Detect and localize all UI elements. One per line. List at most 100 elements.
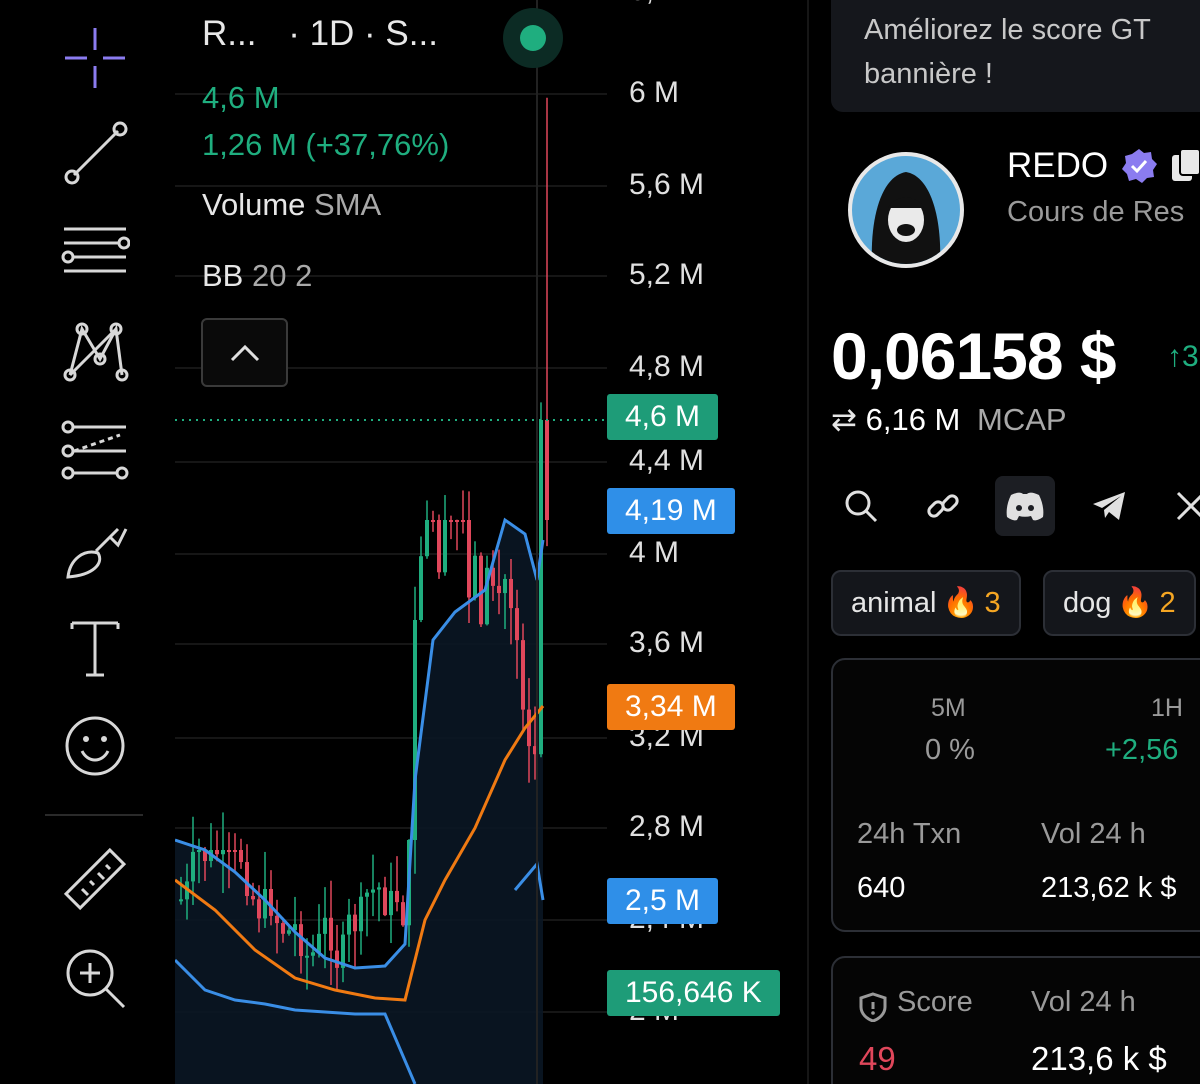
volume-indicator-legend[interactable]: Volume SMA [202, 187, 381, 223]
bb-label: BB [202, 258, 244, 293]
volume-label: Vol 24 h [1041, 818, 1146, 850]
link-icon [927, 494, 959, 518]
price-tag: 4,6 M [607, 394, 719, 440]
symbol-name: R... [202, 14, 257, 53]
fire-icon: 🔥 [942, 587, 979, 619]
projection-tool[interactable] [40, 410, 150, 490]
toolbar-divider [45, 814, 143, 816]
candle-body [311, 952, 315, 956]
telegram-link[interactable] [1079, 476, 1139, 536]
candle-body [353, 914, 357, 932]
candle-body [515, 608, 519, 641]
social-links [831, 476, 1200, 538]
collapse-legend-button[interactable] [201, 318, 288, 387]
zoom-in-icon [66, 949, 126, 1009]
trendline-icon [64, 121, 128, 185]
candle-body [509, 578, 513, 609]
y-tick-label: 6 M [629, 76, 680, 109]
x-icon [1176, 491, 1200, 521]
ruler-tool[interactable] [40, 840, 150, 920]
candle-body [329, 917, 333, 951]
candle-body [467, 520, 471, 598]
upgrade-banner[interactable]: Améliorez le score GT bannière ! [831, 0, 1200, 112]
discord-icon [1006, 492, 1044, 521]
candle-body [191, 851, 195, 882]
copy-icon[interactable] [1170, 147, 1200, 185]
text-tool[interactable] [40, 608, 150, 688]
price-tag: 3,34 M [607, 684, 735, 730]
emoji-tool[interactable] [40, 706, 150, 786]
candle-body [251, 896, 255, 900]
candle-body [233, 850, 237, 852]
y-tick-label: 4,8 M [629, 350, 705, 383]
verified-badge-icon [1122, 149, 1158, 183]
candle-body [263, 888, 267, 919]
symbol-row[interactable]: R... · 1D · S... [202, 14, 438, 54]
candle-body [197, 850, 201, 852]
price-change: ↑3 [1167, 340, 1199, 373]
candle-body [425, 520, 429, 557]
score-label: Score [897, 986, 973, 1018]
candle-body [527, 709, 531, 747]
ruler-icon [63, 847, 127, 911]
telegram-icon [1093, 492, 1125, 520]
discord-link[interactable] [995, 476, 1055, 536]
search-link[interactable] [831, 476, 891, 536]
txn-label: 24h Txn [857, 818, 962, 850]
chevron-up-icon [230, 344, 259, 361]
candle-body [179, 899, 183, 902]
candle-body [401, 902, 405, 926]
emoji-icon [65, 716, 125, 776]
hooded-dog-logo [871, 172, 941, 264]
bb-params: 20 2 [251, 258, 313, 293]
tag-count: 2 [1159, 586, 1176, 619]
mcap-label: MCAP [977, 402, 1067, 437]
token-name: REDO [1007, 146, 1109, 185]
change-value: 1,26 M (+37,76%) [202, 127, 450, 162]
candle-body [359, 896, 363, 932]
price-tag: 2,5 M [607, 878, 719, 924]
candle-body [449, 520, 453, 522]
candle-body [503, 578, 507, 594]
candle-body [443, 520, 447, 573]
tag-label: dog [1063, 586, 1112, 619]
crosshair-tool[interactable] [40, 18, 150, 98]
text-icon [70, 621, 120, 677]
candle-body [365, 892, 369, 897]
timeframe-label: 1H [1151, 694, 1183, 722]
volume-value: 213,6 k $ [1031, 1040, 1167, 1077]
tag-label: animal [851, 586, 937, 619]
candle-body [281, 923, 285, 934]
token-title: REDO [1007, 146, 1200, 186]
pattern-tool[interactable] [40, 310, 150, 390]
price-chart[interactable]: R... · 1D · S... 4,6 M 1,26 M (+37,76%) … [175, 0, 807, 1084]
zoom-in-tool[interactable] [40, 938, 150, 1018]
candle-body [473, 555, 477, 598]
candle-body [521, 640, 525, 710]
market-cap[interactable]: ⇄ 6,16 M MCAP [831, 402, 1067, 438]
candle-body [227, 850, 231, 852]
tag-animal[interactable]: animal 🔥 3 [831, 570, 1021, 636]
drawing-toolbar [0, 0, 175, 1084]
swap-arrows-icon: ⇄ [831, 402, 857, 437]
candle-body [305, 955, 309, 958]
x-link[interactable] [1161, 476, 1200, 536]
candle-body [389, 890, 393, 916]
brush-tool[interactable] [40, 510, 150, 590]
candle-body [479, 555, 483, 625]
candle-body [395, 890, 399, 903]
candle-body [431, 520, 435, 522]
shield-icon [859, 992, 887, 1022]
tag-dog[interactable]: dog 🔥 2 [1043, 570, 1196, 636]
live-indicator-icon [503, 8, 563, 68]
y-tick-label: 5,2 M [629, 258, 705, 291]
fib-retracement-icon [61, 227, 130, 273]
website-link[interactable] [913, 476, 973, 536]
fib-retracement-tool[interactable] [40, 210, 150, 290]
timeframe-value: 0 % [925, 734, 975, 766]
bb-indicator-legend[interactable]: BB 20 2 [202, 258, 312, 294]
banner-line-1: Améliorez le score GT [864, 14, 1151, 46]
candle-body [437, 520, 441, 573]
projection-icon [61, 420, 129, 480]
trendline-tool[interactable] [40, 112, 150, 192]
